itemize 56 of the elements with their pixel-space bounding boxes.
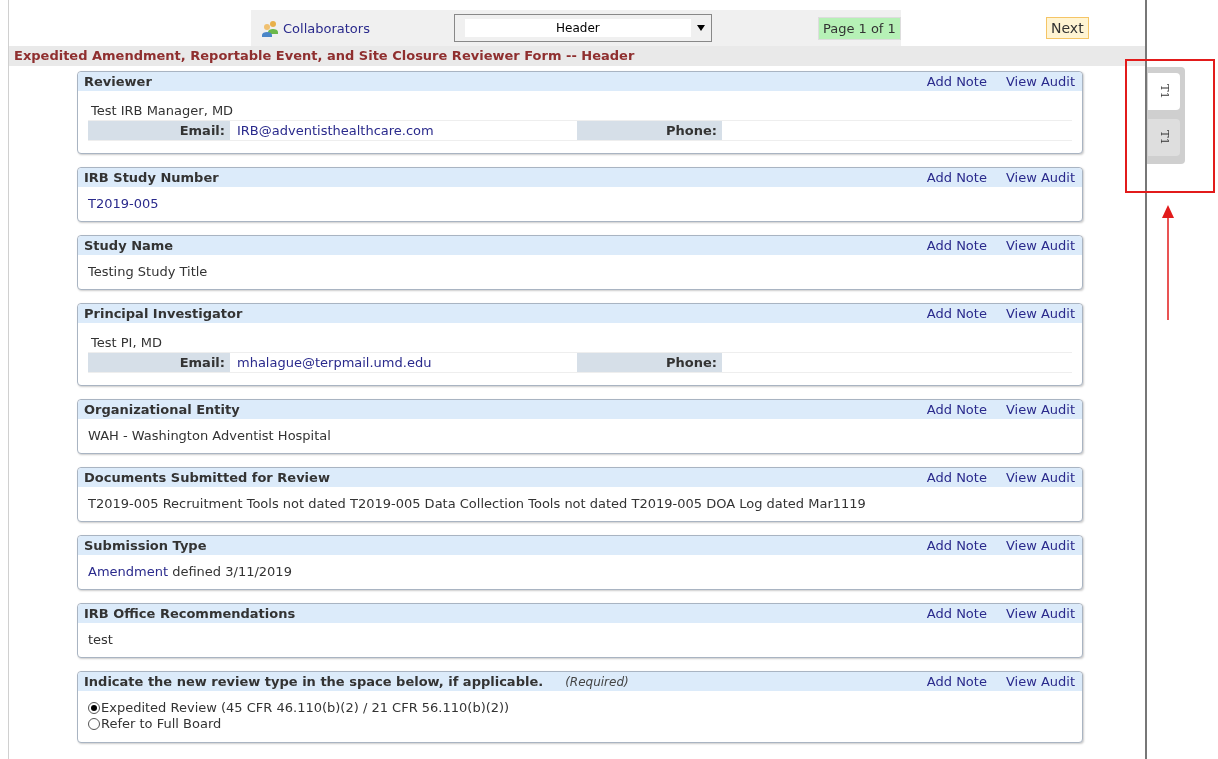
section-title: Study Name xyxy=(84,238,174,253)
action-link[interactable]: View Audit xyxy=(1005,470,1075,485)
person-name: Test PI, MD xyxy=(90,335,163,350)
side-tab[interactable]: T1 xyxy=(1148,119,1180,156)
section-title: IRB Study Number xyxy=(84,170,219,185)
next-button[interactable]: Next xyxy=(1046,17,1089,39)
email-link[interactable]: mhalague@terpmail.umd.edu xyxy=(237,355,432,370)
section-title: Organizational Entity xyxy=(84,402,240,417)
action-link[interactable]: View Audit xyxy=(1005,674,1075,689)
action-link[interactable]: Add Note xyxy=(926,470,987,485)
action-link[interactable]: Add Note xyxy=(926,238,987,253)
action-link[interactable]: Add Note xyxy=(926,402,987,417)
action-link[interactable]: View Audit xyxy=(1005,306,1075,321)
action-link[interactable]: View Audit xyxy=(1005,402,1075,417)
side-tab[interactable]: T1 xyxy=(1148,73,1180,110)
page-indicator: Page 1 of 1 xyxy=(817,16,901,40)
required-label: (Required) xyxy=(565,674,629,689)
person-name: Test IRB Manager, MD xyxy=(90,103,235,118)
phone-label: Phone: xyxy=(577,353,722,372)
section-title: Documents Submitted for Review xyxy=(84,470,330,485)
action-link[interactable]: Add Note xyxy=(926,74,987,89)
action-link[interactable]: Add Note xyxy=(926,606,987,621)
action-link[interactable]: View Audit xyxy=(1005,606,1075,621)
page-dropdown[interactable]: Header xyxy=(453,14,712,42)
submission-link[interactable]: Amendment xyxy=(88,564,169,579)
section-title: Reviewer xyxy=(84,74,152,89)
email-link[interactable]: IRB@adventisthealthcare.com xyxy=(237,123,434,138)
field-value: Amendment defined 3/11/2019 xyxy=(88,564,293,579)
field-value: T2019-005 Recruitment Tools not dated T2019-005 Data Collection Tools not dated T2019-005 DOA Log dated Mar1119 xyxy=(88,496,867,511)
field-value: WAH - Washington Adventist Hospital xyxy=(88,428,332,443)
action-link[interactable]: Add Note xyxy=(926,306,987,321)
collaborators-link[interactable]: Collaborators xyxy=(261,19,370,37)
action-link[interactable]: Add Note xyxy=(926,538,987,553)
people-icon xyxy=(261,19,279,37)
field-value: Testing Study Title xyxy=(88,264,209,279)
radio-button[interactable] xyxy=(88,702,100,714)
radio-button[interactable] xyxy=(88,718,100,730)
action-link[interactable]: View Audit xyxy=(1005,74,1075,89)
phone-label: Phone: xyxy=(577,121,722,140)
section-title: IRB Office Recommendations xyxy=(84,606,296,621)
action-link[interactable]: Add Note xyxy=(926,170,987,185)
email-label: Email: xyxy=(88,353,230,372)
action-link[interactable]: View Audit xyxy=(1005,538,1075,553)
email-label: Email: xyxy=(88,121,230,140)
caret-icon xyxy=(696,25,705,31)
section-title: Principal Investigator xyxy=(84,306,243,321)
section-title: Submission Type xyxy=(84,538,207,553)
action-link[interactable]: Add Note xyxy=(926,674,987,689)
study-number-link[interactable]: T2019-005 xyxy=(88,196,159,211)
action-link[interactable]: View Audit xyxy=(1005,170,1075,185)
radio-label: Expedited Review (45 CFR 46.110(b)(2) / 21 CFR 56.110(b)(2)) xyxy=(101,700,510,716)
form-title: Expedited Amendment, Reportable Event, and Site Closure Reviewer Form -- Header xyxy=(9,46,1145,66)
action-link[interactable]: View Audit xyxy=(1005,238,1075,253)
field-value: test xyxy=(88,632,114,647)
radio-label: Refer to Full Board xyxy=(101,716,222,732)
section-title: Indicate the new review type in the space below, if applicable. xyxy=(84,674,544,689)
